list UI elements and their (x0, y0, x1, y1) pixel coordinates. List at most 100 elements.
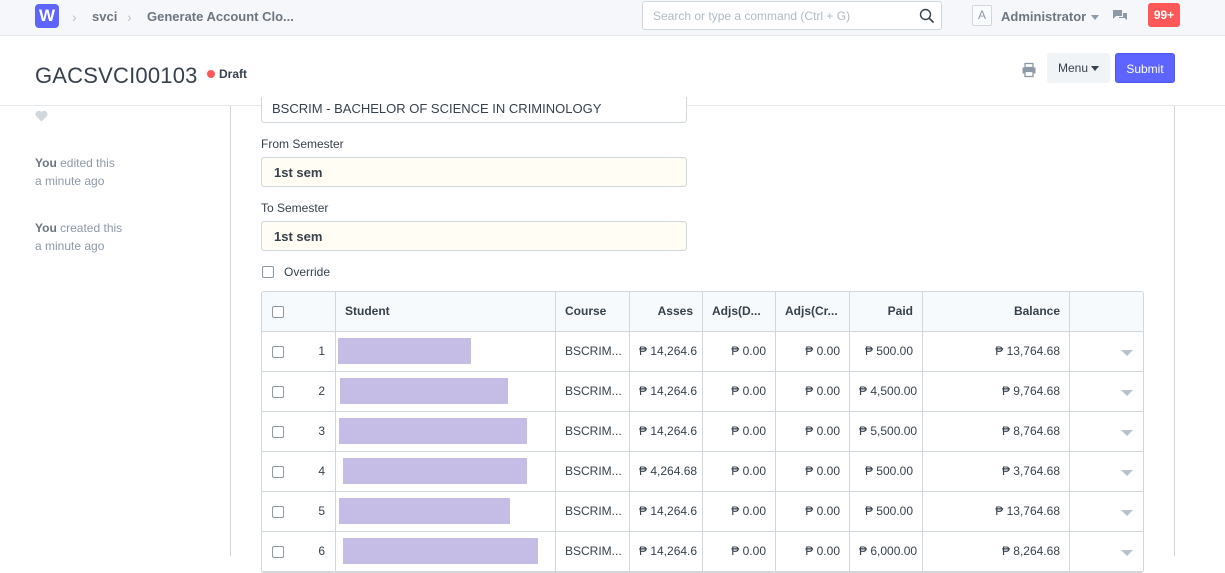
course-cell[interactable]: BSCRIM... (555, 372, 629, 412)
balance-cell[interactable]: ₱ 3,764.68 (922, 452, 1069, 492)
redacted-block (339, 498, 510, 524)
asses-cell[interactable]: ₱ 4,264.68 (629, 452, 702, 492)
row-index: 3 (318, 424, 325, 438)
row-select-cell: 4 (262, 452, 335, 492)
adj-credit-cell[interactable]: ₱ 0.00 (775, 372, 849, 412)
col-balance[interactable]: Balance (922, 292, 1069, 332)
balance-cell[interactable]: ₱ 8,764.68 (922, 412, 1069, 452)
table-row[interactable]: 6 BSCRIM... ₱ 14,264.6 ₱ 0.00 ₱ 0.00 ₱ 6… (262, 532, 1143, 572)
dropdown-arrow-icon[interactable] (1121, 550, 1133, 556)
adj-debit-cell[interactable]: ₱ 0.00 (702, 452, 775, 492)
paid-cell[interactable]: ₱ 500.00 (849, 332, 922, 372)
asses-cell[interactable]: ₱ 14,264.6 (629, 332, 702, 372)
redacted-block (339, 418, 527, 444)
menu-button[interactable]: Menu (1047, 53, 1110, 83)
table-row[interactable]: 3 BSCRIM... ₱ 14,264.6 ₱ 0.00 ₱ 0.00 ₱ 5… (262, 412, 1143, 452)
col-asses[interactable]: Asses (629, 292, 702, 332)
student-cell[interactable] (335, 372, 555, 412)
adj-debit-cell[interactable]: ₱ 0.00 (702, 412, 775, 452)
submit-button[interactable]: Submit (1115, 53, 1175, 83)
row-checkbox[interactable] (272, 506, 284, 518)
course-cell[interactable]: BSCRIM... (555, 332, 629, 372)
table-row[interactable]: 5 BSCRIM... ₱ 14,264.6 ₱ 0.00 ₱ 0.00 ₱ 5… (262, 492, 1143, 532)
col-course[interactable]: Course (555, 292, 629, 332)
balance-cell[interactable]: ₱ 9,764.68 (922, 372, 1069, 412)
balance-cell[interactable]: ₱ 8,264.68 (922, 532, 1069, 572)
page-head: GACSVCI00103 Draft Menu Submit (0, 36, 1225, 106)
asses-cell[interactable]: ₱ 14,264.6 (629, 492, 702, 532)
student-cell[interactable] (335, 532, 555, 572)
to-semester-label: To Semester (261, 201, 329, 215)
notifications-badge[interactable]: 99+ (1148, 3, 1180, 27)
row-actions-cell (1069, 532, 1143, 572)
adj-debit-cell[interactable]: ₱ 0.00 (702, 372, 775, 412)
student-cell[interactable] (335, 452, 555, 492)
paid-cell[interactable]: ₱ 4,500.00 (849, 372, 922, 412)
asses-cell[interactable]: ₱ 14,264.6 (629, 372, 702, 412)
col-student[interactable]: Student (335, 292, 555, 332)
redacted-block (343, 538, 538, 564)
student-cell[interactable] (335, 412, 555, 452)
student-cell[interactable] (335, 492, 555, 532)
course-cell[interactable]: BSCRIM... (555, 532, 629, 572)
to-semester-field[interactable]: 1st sem (261, 221, 687, 251)
adj-debit-cell[interactable]: ₱ 0.00 (702, 332, 775, 372)
dropdown-arrow-icon[interactable] (1121, 430, 1133, 436)
table-row[interactable]: 4 BSCRIM... ₱ 4,264.68 ₱ 0.00 ₱ 0.00 ₱ 5… (262, 452, 1143, 492)
balance-cell[interactable]: ₱ 13,764.68 (922, 492, 1069, 532)
chat-icon[interactable] (1112, 8, 1128, 24)
table-row[interactable]: 2 BSCRIM... ₱ 14,264.6 ₱ 0.00 ₱ 0.00 ₱ 4… (262, 372, 1143, 412)
adj-credit-cell[interactable]: ₱ 0.00 (775, 532, 849, 572)
row-checkbox[interactable] (272, 466, 284, 478)
app-logo[interactable]: W (35, 4, 59, 28)
course-cell[interactable]: BSCRIM... (555, 412, 629, 452)
row-checkbox[interactable] (272, 346, 284, 358)
breadcrumb-svci[interactable]: svci (92, 9, 117, 24)
heart-icon[interactable] (35, 110, 48, 122)
timeline-user[interactable]: You (35, 221, 57, 235)
col-paid[interactable]: Paid (849, 292, 922, 332)
paid-cell[interactable]: ₱ 500.00 (849, 492, 922, 532)
search-icon[interactable] (919, 8, 935, 24)
row-checkbox[interactable] (272, 426, 284, 438)
caret-down-icon (1091, 66, 1100, 72)
row-actions-cell (1069, 452, 1143, 492)
user-menu[interactable]: Administrator (1001, 9, 1100, 24)
balance-cell[interactable]: ₱ 13,764.68 (922, 332, 1069, 372)
dropdown-arrow-icon[interactable] (1121, 390, 1133, 396)
table-row[interactable]: 1 BSCRIM... ₱ 14,264.6 ₱ 0.00 ₱ 0.00 ₱ 5… (262, 332, 1143, 372)
asses-cell[interactable]: ₱ 14,264.6 (629, 532, 702, 572)
dropdown-arrow-icon[interactable] (1121, 510, 1133, 516)
paid-cell[interactable]: ₱ 6,000.00 (849, 532, 922, 572)
row-checkbox[interactable] (272, 386, 284, 398)
adj-credit-cell[interactable]: ₱ 0.00 (775, 492, 849, 532)
adj-debit-cell[interactable]: ₱ 0.00 (702, 492, 775, 532)
row-index: 6 (318, 544, 325, 558)
course-cell[interactable]: BSCRIM... (555, 452, 629, 492)
student-cell[interactable] (335, 332, 555, 372)
adj-debit-cell[interactable]: ₱ 0.00 (702, 532, 775, 572)
adj-credit-cell[interactable]: ₱ 0.00 (775, 412, 849, 452)
select-all-checkbox[interactable] (272, 306, 284, 318)
override-checkbox[interactable] (262, 266, 274, 278)
avatar[interactable]: A (972, 5, 992, 26)
breadcrumb-doctype[interactable]: Generate Account Clo... (147, 9, 294, 24)
timeline-user[interactable]: You (35, 156, 57, 170)
dropdown-arrow-icon[interactable] (1121, 470, 1133, 476)
dropdown-arrow-icon[interactable] (1121, 350, 1133, 356)
program-field[interactable]: BSCRIM - BACHELOR OF SCIENCE IN CRIMINOL… (261, 97, 687, 123)
print-icon[interactable] (1021, 62, 1037, 78)
col-adj-credit[interactable]: Adjs(Cr... (775, 292, 849, 332)
adj-credit-cell[interactable]: ₱ 0.00 (775, 452, 849, 492)
row-checkbox[interactable] (272, 546, 284, 558)
adj-credit-cell[interactable]: ₱ 0.00 (775, 332, 849, 372)
students-grid: Student Course Asses Adjs(D... Adjs(Cr..… (261, 291, 1144, 573)
from-semester-field[interactable]: 1st sem (261, 157, 687, 187)
timeline-time: a minute ago (35, 174, 105, 188)
course-cell[interactable]: BSCRIM... (555, 492, 629, 532)
paid-cell[interactable]: ₱ 500.00 (849, 452, 922, 492)
asses-cell[interactable]: ₱ 14,264.6 (629, 412, 702, 452)
search-input[interactable] (643, 2, 913, 29)
paid-cell[interactable]: ₱ 5,500.00 (849, 412, 922, 452)
col-adj-debit[interactable]: Adjs(D... (702, 292, 775, 332)
